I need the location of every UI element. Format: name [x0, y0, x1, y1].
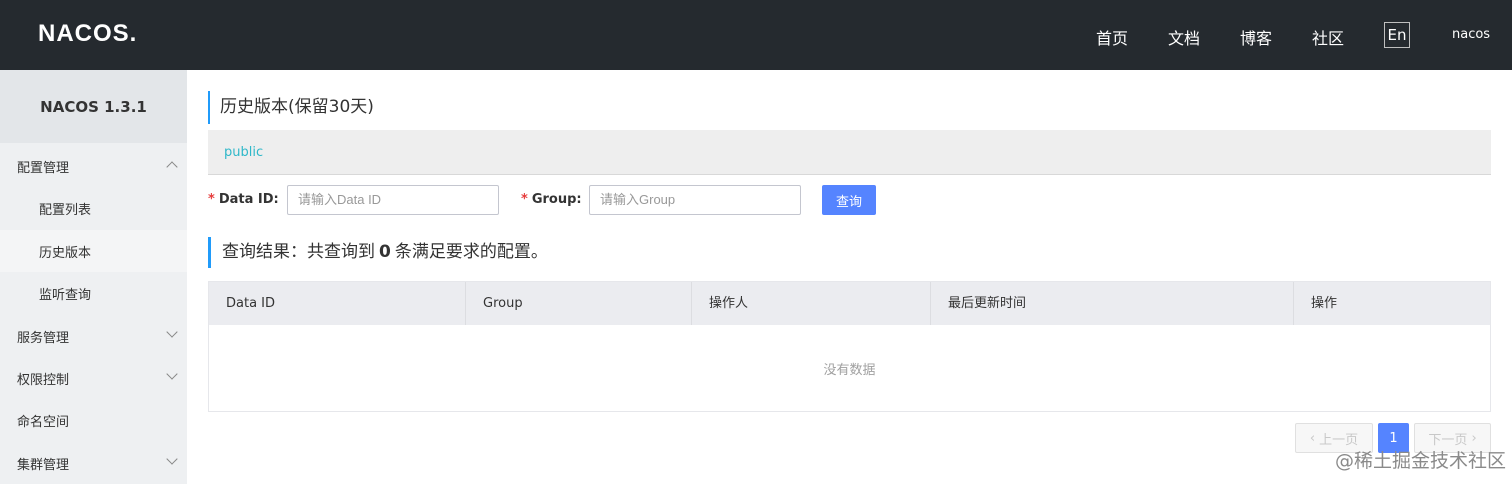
sidebar-item-label: 权限控制 [17, 372, 70, 388]
sidebar-item-label: 监听查询 [39, 287, 92, 303]
language-toggle-button[interactable]: En [1384, 22, 1410, 48]
chevron-left-icon: ‹ [1309, 430, 1320, 446]
sidebar-item-label: 服务管理 [17, 330, 70, 346]
group-label-text: Group: [531, 192, 582, 207]
sidebar-item-listener-query[interactable]: 监听查询 [0, 272, 187, 314]
sidebar-item-namespace[interactable]: 命名空间 [0, 399, 187, 441]
data-id-input[interactable]: 请输入Data ID [287, 185, 499, 215]
nav-blog[interactable]: 博客 [1240, 25, 1272, 49]
chevron-up-icon [166, 161, 178, 173]
sidebar-version-title: NACOS 1.3.1 [0, 70, 187, 143]
user-name[interactable]: nacos [1452, 27, 1490, 42]
sidebar-item-label: 配置列表 [39, 202, 92, 218]
table-empty-message: 没有数据 [823, 362, 876, 378]
nav-community[interactable]: 社区 [1312, 25, 1344, 49]
data-id-label: * Data ID: [208, 192, 279, 207]
sidebar: NACOS 1.3.1 配置管理 配置列表 历史版本 监听查询 服务管理 权限控… [0, 70, 187, 484]
sidebar-item-access-control[interactable]: 权限控制 [0, 357, 187, 399]
next-page-label: 下一页 [1428, 432, 1468, 448]
table-header: Data ID Group 操作人 最后更新时间 操作 [209, 282, 1490, 325]
sidebar-item-label: 配置管理 [17, 160, 70, 176]
group-input[interactable]: 请输入Group [589, 185, 801, 215]
column-header-last-updated: 最后更新时间 [931, 282, 1294, 325]
chevron-down-icon [166, 453, 178, 465]
sidebar-item-label: 历史版本 [39, 245, 92, 261]
column-header-actions: 操作 [1311, 296, 1338, 311]
watermark: @稀土掘金技术社区 [1335, 450, 1507, 472]
main-content: 历史版本(保留30天) public * Data ID: 请输入Data ID … [187, 70, 1512, 484]
result-count: 0 [379, 242, 391, 262]
namespace-link-public[interactable]: public [224, 145, 263, 160]
sidebar-item-cluster-management[interactable]: 集群管理 [0, 442, 187, 484]
sidebar-item-config-management[interactable]: 配置管理 [0, 145, 187, 187]
nav-docs[interactable]: 文档 [1168, 25, 1200, 49]
required-asterisk: * [208, 192, 215, 207]
required-asterisk: * [521, 192, 528, 207]
sidebar-item-config-list[interactable]: 配置列表 [0, 187, 187, 229]
column-header-group: Group [466, 282, 692, 325]
sidebar-item-service-management[interactable]: 服务管理 [0, 315, 187, 357]
chevron-down-icon [166, 368, 178, 380]
sidebar-item-history-version[interactable]: 历史版本 [0, 230, 187, 272]
nacos-logo[interactable]: NACOS. [38, 20, 137, 48]
query-result-summary: 查询结果：共查询到 0 条满足要求的配置。 [208, 237, 548, 268]
chevron-down-icon [166, 326, 178, 338]
chevron-right-icon: › [1467, 430, 1477, 446]
logo-text: NACOS. [38, 20, 138, 47]
column-header-operator: 操作人 [692, 282, 931, 325]
nav-home[interactable]: 首页 [1096, 25, 1128, 49]
history-table: Data ID Group 操作人 最后更新时间 操作 没有数据 [208, 281, 1491, 412]
namespace-bar: public [208, 130, 1491, 175]
result-suffix: 条满足要求的配置。 [394, 242, 548, 262]
sidebar-item-label: 集群管理 [17, 457, 70, 473]
query-button[interactable]: 查询 [822, 185, 876, 215]
top-navbar: NACOS. 首页 文档 博客 社区 En nacos [0, 0, 1512, 70]
column-header-data-id: Data ID [209, 282, 466, 325]
data-id-label-text: Data ID: [218, 192, 279, 207]
page-title: 历史版本(保留30天) [208, 91, 374, 124]
sidebar-item-label: 命名空间 [17, 414, 70, 430]
group-label: * Group: [521, 192, 582, 207]
result-prefix: 查询结果：共查询到 [222, 242, 375, 262]
prev-page-label: 上一页 [1319, 432, 1359, 448]
